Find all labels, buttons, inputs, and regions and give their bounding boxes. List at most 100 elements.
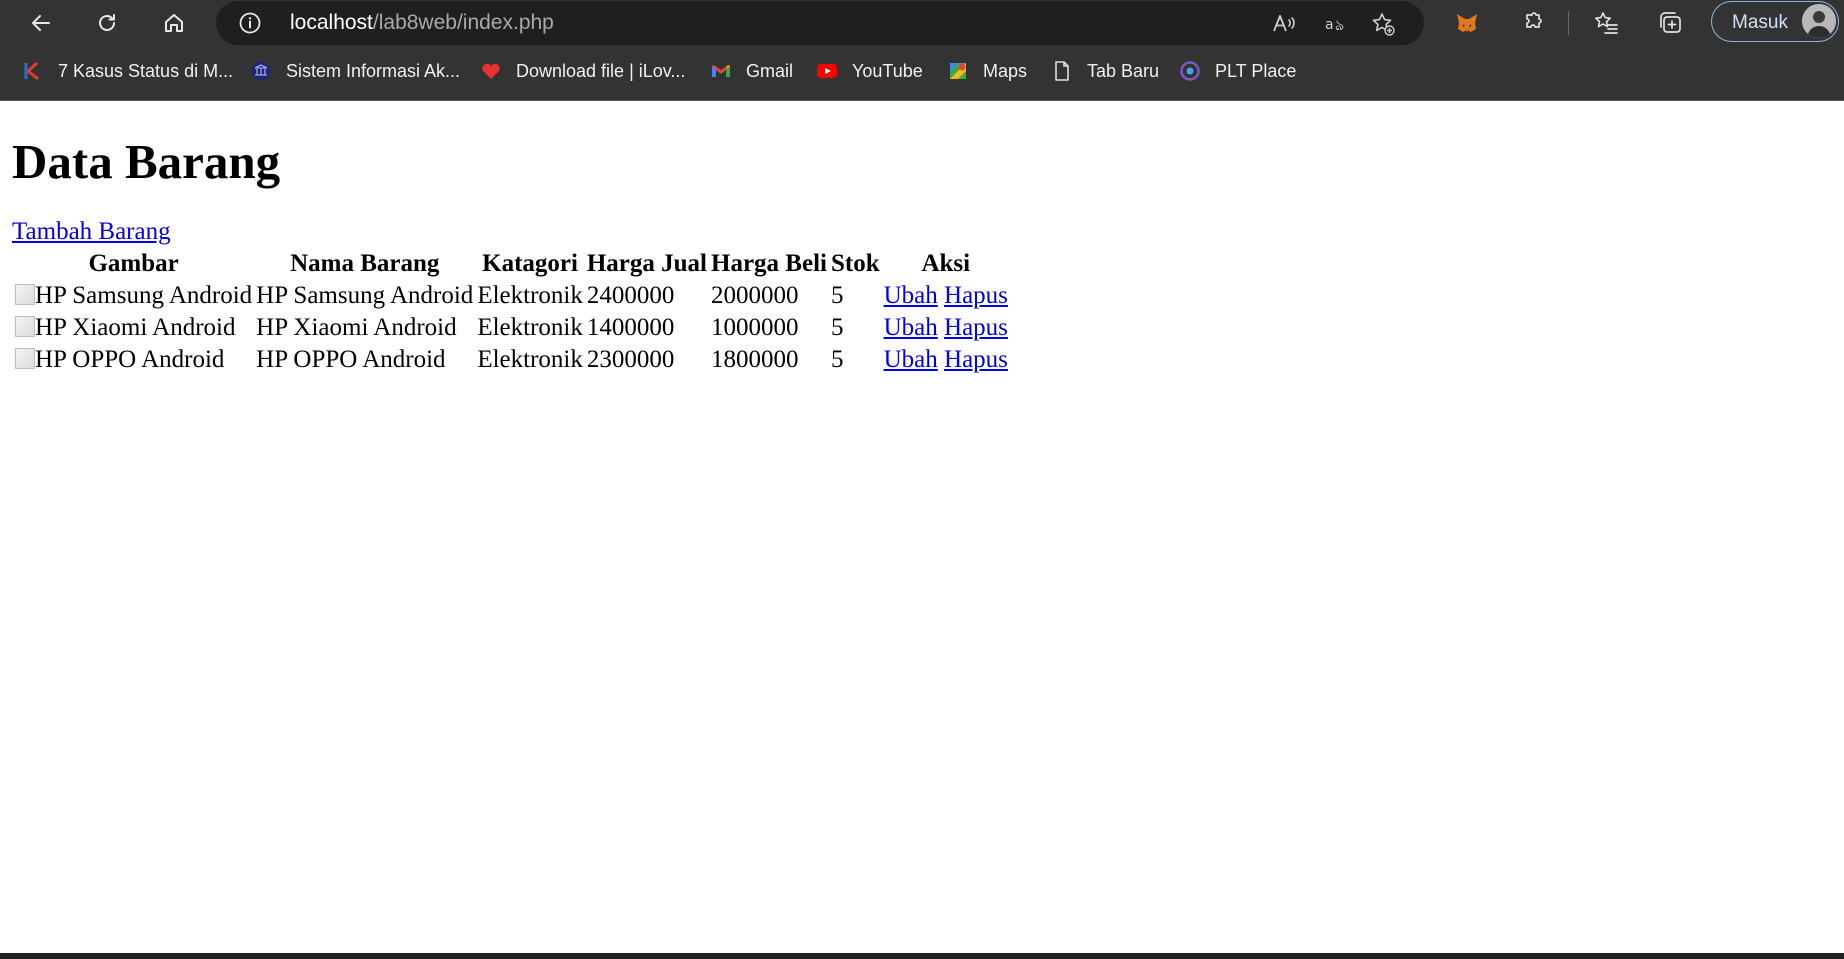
column-header-harga-beli: Harga Beli <box>711 250 827 277</box>
cell-kategori: Elektronik <box>477 282 583 309</box>
svg-text:a: a <box>1325 17 1334 33</box>
bookmark-label: Gmail <box>746 60 794 81</box>
edit-link[interactable]: Ubah <box>884 282 938 309</box>
cell-harga-jual: 2400000 <box>586 282 675 309</box>
star-add-icon <box>1372 13 1395 36</box>
edit-link[interactable]: Ubah <box>884 346 938 373</box>
read-aloud-icon <box>1273 15 1295 32</box>
bookmark-youtube[interactable]: YouTube <box>816 60 923 82</box>
cell-stok: 5 <box>830 282 844 309</box>
url-path: /lab8web/index.php <box>372 11 554 34</box>
table-row: HP Samsung Android HP Samsung Android El… <box>14 281 1009 311</box>
bookmark-maps[interactable]: Maps <box>947 60 1027 82</box>
bookmark-kasus[interactable]: 7 Kasus Status di M... <box>22 60 233 82</box>
maps-icon <box>947 60 969 82</box>
table-row: HP OPPO Android HP OPPO Android Elektron… <box>14 345 1009 375</box>
browser-chrome: localhost/lab8web/index.php aঌ Masuk 7 K… <box>0 0 1844 101</box>
toolbar-separator <box>1568 11 1569 35</box>
cell-aksi: Ubah Hapus <box>883 281 1009 311</box>
plt-icon <box>1179 60 1201 82</box>
taskbar-edge <box>0 953 1844 959</box>
broken-image-icon <box>15 316 35 337</box>
url-text[interactable]: localhost/lab8web/index.php <box>290 11 554 35</box>
column-header-aksi: Aksi <box>921 250 971 277</box>
bookmark-label: Maps <box>983 60 1028 81</box>
table-header-row: Gambar Nama Barang Katagori Harga Jual H… <box>14 249 1009 279</box>
bookmark-label: YouTube <box>852 60 923 81</box>
column-header-nama-barang: Nama Barang <box>290 250 440 277</box>
translate-icon: aঌ <box>1325 16 1344 34</box>
bookmark-label: Download file | iLov... <box>516 60 686 81</box>
info-icon[interactable] <box>238 11 262 35</box>
cell-kategori: Elektronik <box>477 314 583 341</box>
gmail-icon <box>710 60 732 82</box>
broken-image-icon <box>15 284 35 305</box>
image-alt-text: HP Xiaomi Android <box>35 314 236 341</box>
cell-nama: HP Xiaomi Android <box>256 314 457 341</box>
ilovepdf-heart-icon <box>480 60 502 82</box>
favorites-button[interactable] <box>1591 8 1621 38</box>
edit-link[interactable]: Ubah <box>884 314 938 341</box>
profile-avatar <box>1802 4 1836 38</box>
column-header-harga-jual: Harga Jual <box>586 250 707 277</box>
add-favorite-button[interactable] <box>1369 10 1397 38</box>
arrow-left-icon <box>32 15 50 31</box>
cell-harga-beli: 2000000 <box>711 282 799 309</box>
extensions-button[interactable] <box>1518 8 1548 38</box>
cell-harga-beli: 1800000 <box>711 346 799 373</box>
metamask-fox-icon <box>1457 14 1477 32</box>
broken-image-icon <box>15 348 35 369</box>
page-icon <box>1051 60 1073 82</box>
browser-toolbar: localhost/lab8web/index.php aঌ Masuk <box>0 0 1844 46</box>
cell-nama: HP OPPO Android <box>256 346 446 373</box>
back-button[interactable] <box>24 6 58 40</box>
cell-aksi: Ubah Hapus <box>883 313 1009 343</box>
metamask-extension-button[interactable] <box>1452 8 1482 38</box>
cell-stok: 5 <box>830 346 844 373</box>
bookmark-plt-place[interactable]: PLT Place <box>1179 60 1296 82</box>
translate-button[interactable]: aঌ <box>1323 10 1351 38</box>
read-aloud-button[interactable] <box>1270 10 1298 38</box>
youtube-icon <box>816 60 838 82</box>
favorites-list-icon <box>1595 12 1618 34</box>
bookmarks-bar: 7 Kasus Status di M... Sistem Informasi … <box>0 52 1844 92</box>
delete-link[interactable]: Hapus <box>944 282 1008 309</box>
image-alt-text: HP Samsung Android <box>35 282 253 309</box>
sign-in-button[interactable]: Masuk <box>1711 1 1839 42</box>
cell-harga-beli: 1000000 <box>711 314 799 341</box>
collections-icon <box>1660 12 1681 33</box>
home-icon <box>165 14 183 32</box>
bookmark-gmail[interactable]: Gmail <box>710 60 793 82</box>
university-icon <box>250 60 272 82</box>
cell-gambar: HP Samsung Android <box>14 281 253 311</box>
bookmark-label: PLT Place <box>1215 60 1297 81</box>
kasus-icon <box>22 60 44 82</box>
page-title: Data Barang <box>12 134 281 189</box>
column-header-katagori: Katagori <box>482 250 578 277</box>
url-host: localhost <box>290 11 373 34</box>
bookmark-tab-baru[interactable]: Tab Baru <box>1051 60 1159 82</box>
svg-text:ঌ: ঌ <box>1335 16 1344 34</box>
cell-gambar: HP OPPO Android <box>14 345 253 375</box>
address-bar[interactable]: localhost/lab8web/index.php aঌ <box>216 1 1424 45</box>
home-button[interactable] <box>157 6 191 40</box>
cell-aksi: Ubah Hapus <box>883 345 1009 375</box>
reload-button[interactable] <box>90 6 124 40</box>
image-alt-text: HP OPPO Android <box>35 346 225 373</box>
bookmark-ilovepdf[interactable]: Download file | iLov... <box>480 60 685 82</box>
cell-harga-jual: 2300000 <box>586 346 675 373</box>
items-table: Gambar Nama Barang Katagori Harga Jual H… <box>12 247 1011 377</box>
delete-link[interactable]: Hapus <box>944 346 1008 373</box>
cell-gambar: HP Xiaomi Android <box>14 313 253 343</box>
sign-in-label: Masuk <box>1732 12 1788 33</box>
reload-icon <box>99 14 115 31</box>
bookmark-sistem-informasi[interactable]: Sistem Informasi Ak... <box>250 60 460 82</box>
add-item-link[interactable]: Tambah Barang <box>12 218 171 246</box>
column-header-stok: Stok <box>830 250 880 277</box>
collections-button[interactable] <box>1656 8 1686 38</box>
table-row: HP Xiaomi Android HP Xiaomi Android Elek… <box>14 313 1009 343</box>
bookmark-label: Tab Baru <box>1087 60 1160 81</box>
delete-link[interactable]: Hapus <box>944 314 1008 341</box>
cell-kategori: Elektronik <box>477 346 583 373</box>
cell-harga-jual: 1400000 <box>586 314 675 341</box>
